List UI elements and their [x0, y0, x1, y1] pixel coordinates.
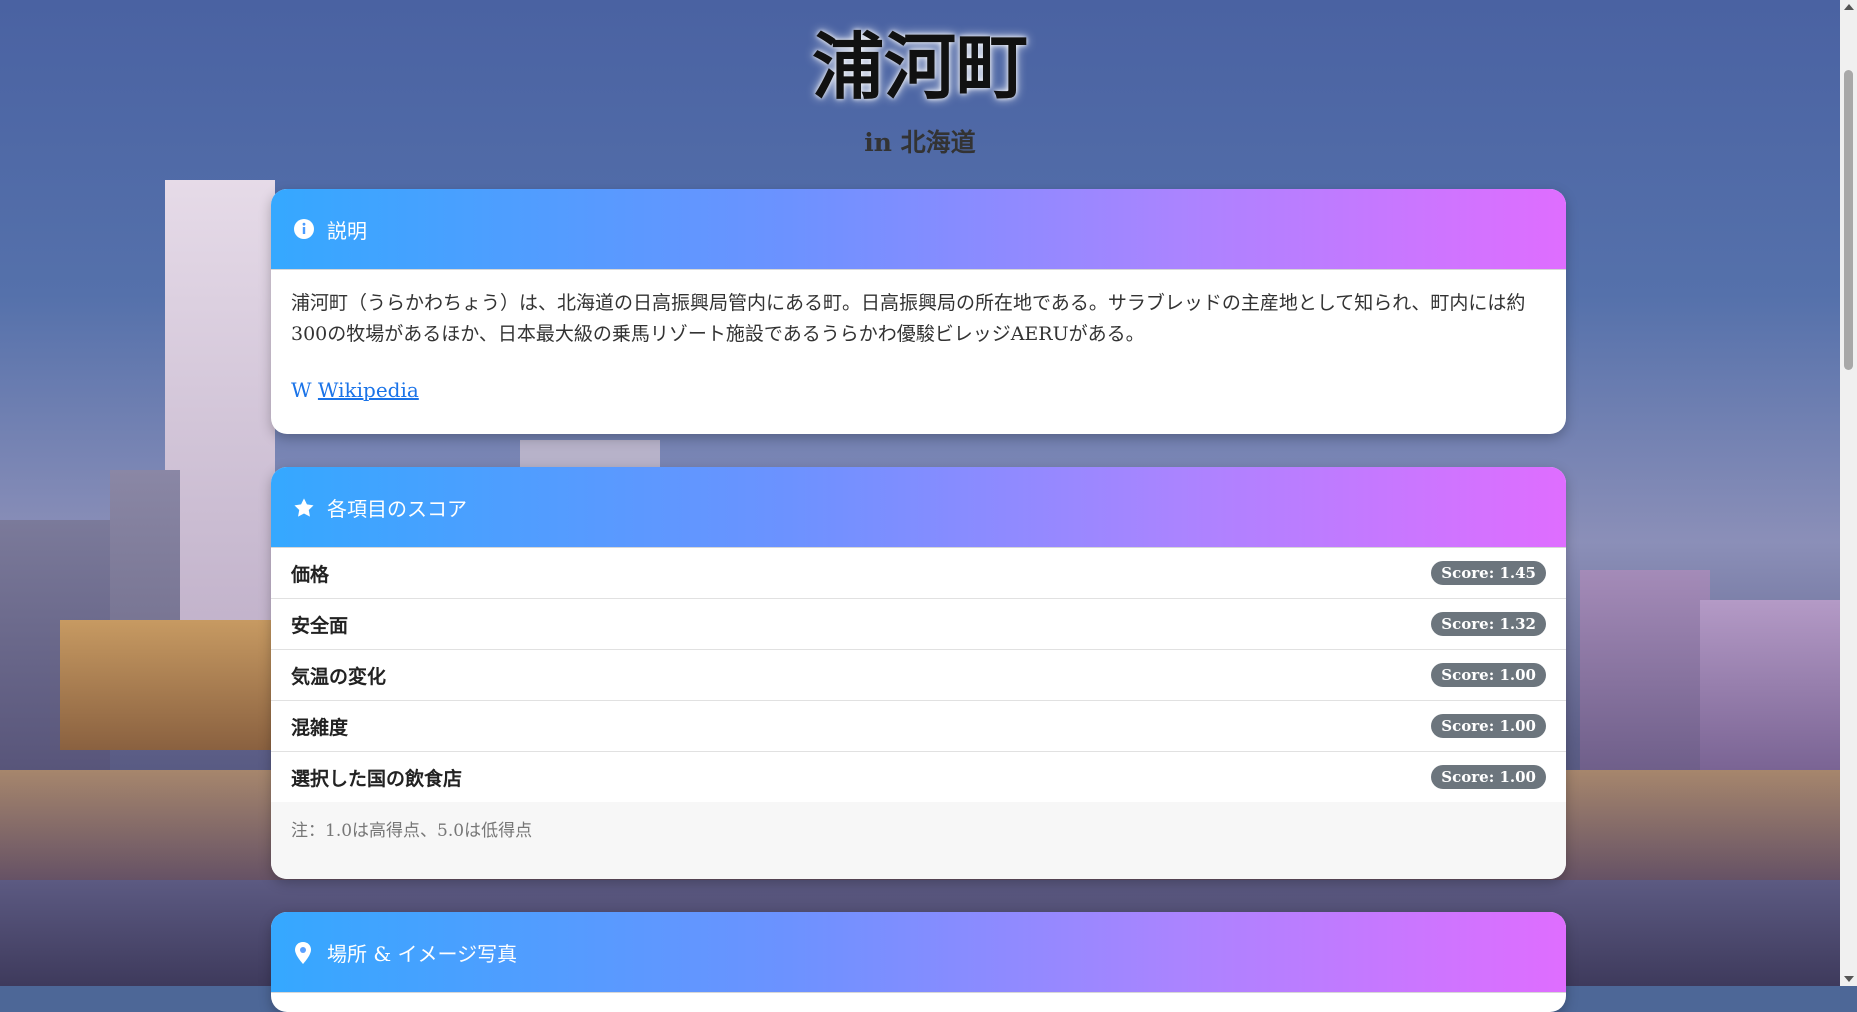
scores-card-header: 各項目のスコア — [271, 467, 1566, 548]
score-badge: Score: 1.00 — [1431, 663, 1546, 687]
description-card-title: 説明 — [327, 218, 367, 243]
score-badge: Score: 1.32 — [1431, 612, 1546, 636]
background-building — [1700, 600, 1840, 770]
description-card: 説明 浦河町（うらかわちょう）は、北海道の日高振興局管内にある町。日高振興局の所… — [271, 189, 1566, 434]
score-badge: Score: 1.00 — [1431, 714, 1546, 738]
score-label: 安全面 — [291, 614, 349, 637]
score-note: 注：1.0は高得点、5.0は低得点 — [271, 802, 1566, 879]
background-building — [1580, 570, 1710, 770]
score-row-price: 価格 Score: 1.45 — [271, 548, 1566, 599]
score-label: 価格 — [291, 563, 330, 586]
scroll-up-arrow-icon[interactable] — [1844, 4, 1854, 10]
page-title: 浦河町 — [811, 24, 1028, 109]
score-badge: Score: 1.00 — [1431, 765, 1546, 789]
location-card-header: 場所 & イメージ写真 — [271, 912, 1566, 993]
wikipedia-link[interactable]: Wikipedia — [318, 378, 419, 402]
description-text: 浦河町（うらかわちょう）は、北海道の日高振興局管内にある町。日高振興局の所在地で… — [291, 292, 1526, 345]
score-label: 混雑度 — [291, 716, 349, 739]
description-body: 浦河町（うらかわちょう）は、北海道の日高振興局管内にある町。日高振興局の所在地で… — [271, 270, 1566, 434]
score-row-safety: 安全面 Score: 1.32 — [271, 599, 1566, 650]
score-row-temperature: 気温の変化 Score: 1.00 — [271, 650, 1566, 701]
score-label: 気温の変化 — [291, 665, 387, 688]
location-card: 場所 & イメージ写真 — [271, 912, 1566, 1012]
score-label: 選択した国の飲食店 — [291, 767, 463, 790]
page-subtitle: in 北海道 — [864, 128, 976, 157]
scrollbar-thumb[interactable] — [1844, 70, 1853, 370]
score-row-crowdedness: 混雑度 Score: 1.00 — [271, 701, 1566, 752]
score-row-restaurants: 選択した国の飲食店 Score: 1.00 — [271, 752, 1566, 802]
star-icon — [293, 496, 315, 518]
map-pin-icon — [293, 941, 315, 964]
description-card-header: 説明 — [271, 189, 1566, 270]
wikipedia-icon: W — [291, 378, 312, 402]
info-circle-icon — [293, 218, 315, 240]
scores-card-title: 各項目のスコア — [327, 496, 467, 521]
background-building — [60, 620, 300, 750]
score-badge: Score: 1.45 — [1431, 561, 1546, 585]
vertical-scrollbar[interactable] — [1840, 0, 1857, 986]
location-card-title: 場所 & イメージ写真 — [327, 941, 518, 966]
scroll-down-arrow-icon[interactable] — [1844, 976, 1854, 982]
scores-card: 各項目のスコア 価格 Score: 1.45 安全面 Score: 1.32 気… — [271, 467, 1566, 879]
wikipedia-link-row: W Wikipedia — [291, 375, 1546, 406]
